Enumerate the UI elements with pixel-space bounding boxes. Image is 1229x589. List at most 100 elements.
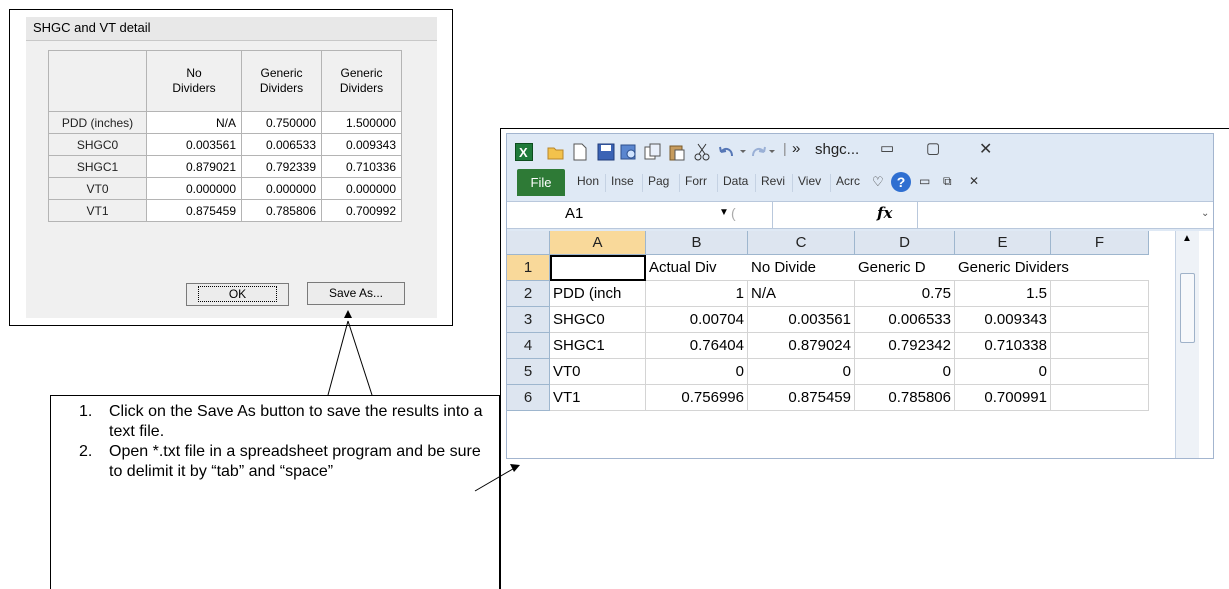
table-cell[interactable]: VT0 [550,359,646,385]
table-cell[interactable] [1051,255,1149,281]
save-icon[interactable] [597,143,615,161]
connector-line [327,320,349,396]
row-header[interactable]: 2 [507,281,550,307]
paste-icon[interactable] [668,143,686,161]
save-as-button[interactable]: Save As... [307,282,405,305]
table-cell[interactable] [1051,281,1149,307]
expand-formula-icon[interactable]: ⌄ [1201,208,1209,219]
table-cell[interactable]: 0.792342 [855,333,955,359]
tab-page-layout[interactable]: Pag [648,174,669,188]
close-icon[interactable]: ✕ [979,139,992,159]
tab-data[interactable]: Data [723,174,748,188]
workbook-minimize-icon[interactable]: ▭ [919,174,930,188]
tab-view[interactable]: Viev [798,174,821,188]
workbook-restore-icon[interactable]: ⧉ [943,174,952,189]
table-row: SHGC0 0.003561 0.006533 0.009343 [48,133,402,156]
column-header: Generic Dividers [241,50,322,112]
help-icon[interactable]: ? [891,172,911,192]
table-cell[interactable]: 0.006533 [855,307,955,333]
cut-icon[interactable] [693,143,711,161]
table-cell[interactable]: 0.76404 [646,333,748,359]
column-header-a[interactable]: A [550,231,646,255]
table-cell[interactable]: 0.003561 [748,307,855,333]
column-header-c[interactable]: C [748,231,855,255]
table-cell: 1.500000 [321,111,402,134]
tab-formulas[interactable]: Forr [685,174,707,188]
open-folder-icon[interactable] [547,143,565,161]
row-header[interactable]: 4 [507,333,550,359]
row-header[interactable]: 1 [507,255,550,281]
table-cell[interactable]: 0.879024 [748,333,855,359]
print-preview-icon[interactable] [620,143,638,161]
table-cell[interactable]: SHGC1 [550,333,646,359]
maximize-icon[interactable]: ▢ [926,139,940,157]
table-cell[interactable]: 1.5 [955,281,1051,307]
formula-input[interactable] [918,202,1198,228]
column-header-b[interactable]: B [646,231,748,255]
copy-icon[interactable] [644,143,662,161]
chevron-down-icon[interactable]: ▼ [719,207,729,218]
table-cell[interactable]: 0.756996 [646,385,748,411]
table-cell[interactable]: SHGC0 [550,307,646,333]
row-header[interactable]: 6 [507,385,550,411]
tab-insert[interactable]: Inse [611,174,634,188]
column-header-d[interactable]: D [855,231,955,255]
table-cell[interactable]: Actual Div [646,255,748,281]
table-cell[interactable]: 0 [646,359,748,385]
table-cell[interactable]: 0.00704 [646,307,748,333]
minimize-icon[interactable]: ▭ [880,139,894,157]
function-icon[interactable]: fx [877,204,892,222]
table-cell[interactable]: 0 [748,359,855,385]
window-title: shgc... [815,141,860,158]
table-cell[interactable]: 0.785806 [855,385,955,411]
tab-home[interactable]: Hon [577,174,599,188]
table-cell[interactable]: 0 [855,359,955,385]
table-cell[interactable] [1051,385,1149,411]
table-cell[interactable]: N/A [748,281,855,307]
redo-icon[interactable] [750,143,775,161]
table-row: VT1 0.875459 0.785806 0.700992 [48,199,402,222]
table-cell[interactable] [1051,333,1149,359]
table-cell[interactable]: 1 [646,281,748,307]
new-document-icon[interactable] [571,143,589,161]
table-cell: 0.879021 [146,155,242,178]
table-cell[interactable]: 0.75 [855,281,955,307]
name-box[interactable]: A1 ▼ ( [507,202,773,228]
ok-button[interactable]: OK [186,283,289,306]
undo-icon[interactable] [718,143,746,161]
select-all-corner[interactable] [507,231,550,255]
table-cell[interactable]: No Divide [748,255,855,281]
table-cell[interactable]: PDD (inch [550,281,646,307]
table-cell[interactable] [1051,359,1149,385]
table-cell[interactable]: 0.700991 [955,385,1051,411]
table-cell: 0.000000 [241,177,322,200]
column-header-f[interactable]: F [1051,231,1149,255]
list-item: 2. Open *.txt file in a spreadsheet prog… [79,442,489,482]
table-cell[interactable] [550,255,646,281]
tab-review[interactable]: Revi [761,174,785,188]
table-row: PDD (inches) N/A 0.750000 1.500000 [48,111,402,134]
table-cell[interactable] [1051,307,1149,333]
tab-file[interactable]: File [517,169,565,196]
ribbon-tabs: File Hon Inse Pag Forr Data Revi Viev Ac… [507,168,1213,198]
column-header-e[interactable]: E [955,231,1051,255]
table-cell[interactable]: Generic Dividers [955,255,1069,281]
table-cell: 0.000000 [146,177,242,200]
vertical-scrollbar[interactable]: ▲ [1175,231,1199,458]
table-cell: N/A [146,111,242,134]
table-cell[interactable]: VT1 [550,385,646,411]
ribbon-minimize-icon[interactable]: ♡ [872,174,884,190]
more-commands-icon[interactable]: » [792,140,800,157]
workbook-close-icon[interactable]: ✕ [969,174,979,188]
row-label: VT1 [48,199,147,222]
tab-acrobat[interactable]: Acrc [836,174,860,188]
table-cell[interactable]: 0.009343 [955,307,1051,333]
table-cell[interactable]: 0.710338 [955,333,1051,359]
row-header[interactable]: 3 [507,307,550,333]
scrollbar-thumb[interactable] [1180,273,1195,343]
scroll-up-icon[interactable]: ▲ [1182,233,1192,244]
table-cell[interactable]: Generic D [855,255,955,281]
table-cell[interactable]: 0 [955,359,1051,385]
table-cell[interactable]: 0.875459 [748,385,855,411]
row-header[interactable]: 5 [507,359,550,385]
